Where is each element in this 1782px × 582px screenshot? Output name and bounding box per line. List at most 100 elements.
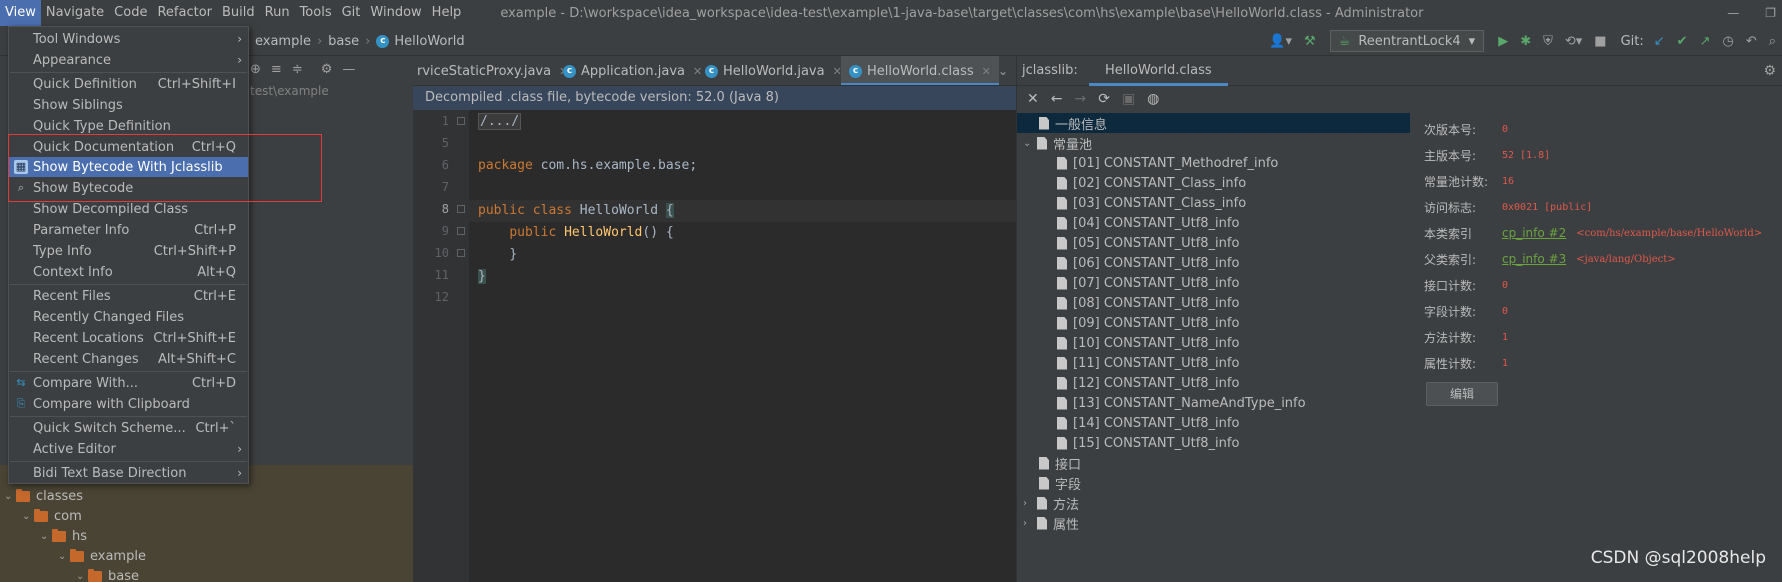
save-icon[interactable]: ▣: [1122, 91, 1135, 107]
user-icon[interactable]: 👤▾: [1263, 34, 1298, 49]
tree-item-constant[interactable]: [09] CONSTANT_Utf8_info: [1057, 313, 1239, 333]
fold-marker-icon[interactable]: [457, 227, 465, 235]
tree-item-constant[interactable]: [08] CONSTANT_Utf8_info: [1057, 293, 1239, 313]
tree-item-constant[interactable]: [11] CONSTANT_Utf8_info: [1057, 353, 1239, 373]
run-configuration-select[interactable]: ☕ ReentrantLock4 ▾: [1329, 30, 1485, 52]
edit-button[interactable]: 编辑: [1426, 382, 1498, 406]
tree-item-constant[interactable]: [01] CONSTANT_Methodref_info: [1057, 153, 1278, 173]
menu-navigate[interactable]: Navigate: [41, 0, 109, 26]
menu-item-recent-files[interactable]: Recent Files Ctrl+E: [9, 286, 248, 306]
minimize-icon[interactable]: —: [1727, 6, 1739, 20]
locate-icon[interactable]: ⊕: [250, 62, 261, 77]
history-icon[interactable]: ◷: [1716, 34, 1739, 49]
tree-item-methods[interactable]: › 方法: [1023, 493, 1079, 513]
tree-item-constant[interactable]: [06] CONSTANT_Utf8_info: [1057, 253, 1239, 273]
profile-icon[interactable]: ⟲▾: [1559, 34, 1588, 49]
menu-item-recent-locations[interactable]: Recent Locations Ctrl+Shift+E: [9, 328, 248, 348]
menu-help[interactable]: Help: [427, 0, 467, 26]
menu-item-context-info[interactable]: Context Info Alt+Q: [9, 262, 248, 282]
tree-item-constant-pool[interactable]: ⌄ 常量池: [1023, 133, 1092, 153]
folded-region[interactable]: /.../: [478, 113, 522, 130]
menu-item-quick-definition[interactable]: Quick Definition Ctrl+Shift+I: [9, 74, 248, 94]
rollback-icon[interactable]: ↶: [1740, 34, 1763, 49]
menu-item-show-bytecode-jclasslib[interactable]: ▦ Show Bytecode With Jclasslib: [9, 157, 248, 177]
menu-item-show-bytecode[interactable]: ⌕ Show Bytecode: [9, 178, 248, 198]
tree-item-base[interactable]: ⌄ base: [76, 566, 139, 582]
menu-item-quick-documentation[interactable]: Quick Documentation Ctrl+Q: [9, 137, 248, 157]
menu-item-compare-clipboard[interactable]: ⎘ Compare with Clipboard: [9, 394, 248, 414]
tree-item-constant[interactable]: [05] CONSTANT_Utf8_info: [1057, 233, 1239, 253]
menu-view[interactable]: View: [0, 0, 41, 26]
tree-item-constant[interactable]: [07] CONSTANT_Utf8_info: [1057, 273, 1239, 293]
gear-icon[interactable]: ⚙: [321, 62, 333, 77]
update-project-icon[interactable]: ↙: [1648, 34, 1671, 49]
cp-info-link[interactable]: cp_info #2: [1502, 226, 1566, 240]
hide-icon[interactable]: —: [342, 62, 355, 77]
menu-item-bidi-text[interactable]: Bidi Text Base Direction ›: [9, 463, 248, 483]
menu-git[interactable]: Git: [337, 0, 366, 26]
tree-item-constant[interactable]: [02] CONSTANT_Class_info: [1057, 173, 1246, 193]
fold-marker-icon[interactable]: [457, 249, 465, 257]
menu-item-active-editor[interactable]: Active Editor ›: [9, 439, 248, 459]
code-editor[interactable]: 1 5 6 7 8 9 10 11 12 /.../ package com.h…: [413, 110, 1016, 582]
tree-item-attributes[interactable]: › 属性: [1023, 513, 1079, 533]
tree-item-fields[interactable]: 字段: [1039, 473, 1081, 493]
debug-icon[interactable]: ✱: [1514, 34, 1537, 49]
menu-item-show-siblings[interactable]: Show Siblings: [9, 95, 248, 115]
menu-item-quick-type-definition[interactable]: Quick Type Definition: [9, 116, 248, 136]
collapse-all-icon[interactable]: ≑: [292, 62, 303, 77]
menu-run[interactable]: Run: [260, 0, 295, 26]
tree-item-general-info[interactable]: 一般信息: [1017, 113, 1411, 133]
push-icon[interactable]: ↗: [1694, 34, 1717, 49]
close-icon[interactable]: ✕: [693, 65, 702, 78]
tab-service-static-proxy[interactable]: rviceStaticProxy.java ✕: [417, 56, 568, 85]
commit-icon[interactable]: ✔: [1671, 34, 1694, 49]
stop-icon[interactable]: ■: [1588, 34, 1612, 49]
tree-item-example[interactable]: ⌄ example: [58, 546, 146, 566]
tree-item-constant[interactable]: [04] CONSTANT_Utf8_info: [1057, 213, 1239, 233]
breadcrumb-example[interactable]: example: [255, 34, 311, 49]
close-icon[interactable]: ✕: [1027, 91, 1039, 107]
menu-item-show-decompiled-class[interactable]: Show Decompiled Class: [9, 199, 248, 219]
run-icon[interactable]: ▶: [1492, 34, 1514, 49]
close-icon[interactable]: ✕: [982, 65, 991, 78]
restore-icon[interactable]: ❐: [1765, 6, 1776, 20]
refresh-icon[interactable]: ⟳: [1098, 91, 1110, 107]
cp-info-link[interactable]: cp_info #3: [1502, 252, 1566, 266]
tree-item-constant[interactable]: [03] CONSTANT_Class_info: [1057, 193, 1246, 213]
menu-item-compare-with[interactable]: ⇆ Compare With... Ctrl+D: [9, 373, 248, 393]
menu-item-quick-switch-scheme[interactable]: Quick Switch Scheme... Ctrl+`: [9, 418, 248, 438]
tree-item-constant[interactable]: [10] CONSTANT_Utf8_info: [1057, 333, 1239, 353]
tree-item-hs[interactable]: ⌄ hs: [40, 526, 87, 546]
tab-helloworld-java[interactable]: c HelloWorld.java ✕: [705, 56, 842, 85]
forward-arrow-icon[interactable]: →: [1074, 91, 1086, 107]
tab-jclasslib-helloworld[interactable]: HelloWorld.class: [1089, 56, 1228, 86]
menu-window[interactable]: Window: [365, 0, 426, 26]
tab-helloworld-class[interactable]: c HelloWorld.class ✕: [841, 56, 999, 85]
tree-item-constant[interactable]: [13] CONSTANT_NameAndType_info: [1057, 393, 1306, 413]
menu-tools[interactable]: Tools: [295, 0, 337, 26]
breadcrumb-helloworld[interactable]: HelloWorld: [394, 34, 464, 49]
chevron-down-icon[interactable]: ⌄: [998, 64, 1008, 78]
back-arrow-icon[interactable]: ←: [1051, 91, 1063, 107]
menu-code[interactable]: Code: [109, 0, 152, 26]
globe-icon[interactable]: ◍: [1147, 91, 1159, 107]
tree-item-classes[interactable]: ⌄ classes: [4, 486, 83, 506]
search-icon[interactable]: ⌕: [1763, 34, 1782, 49]
tree-item-interfaces[interactable]: 接口: [1039, 453, 1081, 473]
menu-item-recently-changed-files[interactable]: Recently Changed Files: [9, 307, 248, 327]
fold-marker-icon[interactable]: [457, 117, 465, 125]
tab-application[interactable]: c Application.java ✕: [563, 56, 702, 85]
gear-icon[interactable]: ⚙: [1763, 63, 1776, 79]
tree-item-constant[interactable]: [12] CONSTANT_Utf8_info: [1057, 373, 1239, 393]
menu-item-parameter-info[interactable]: Parameter Info Ctrl+P: [9, 220, 248, 240]
menu-item-appearance[interactable]: Appearance ›: [9, 50, 248, 70]
tree-item-com[interactable]: ⌄ com: [22, 506, 82, 526]
menu-item-tool-windows[interactable]: Tool Windows ›: [9, 29, 248, 49]
breadcrumb-base[interactable]: base: [328, 34, 359, 49]
coverage-icon[interactable]: ⛨: [1537, 34, 1559, 49]
menu-item-recent-changes[interactable]: Recent Changes Alt+Shift+C: [9, 349, 248, 369]
menu-item-type-info[interactable]: Type Info Ctrl+Shift+P: [9, 241, 248, 261]
menu-build[interactable]: Build: [217, 0, 260, 26]
hammer-icon[interactable]: ⚒: [1298, 34, 1322, 49]
